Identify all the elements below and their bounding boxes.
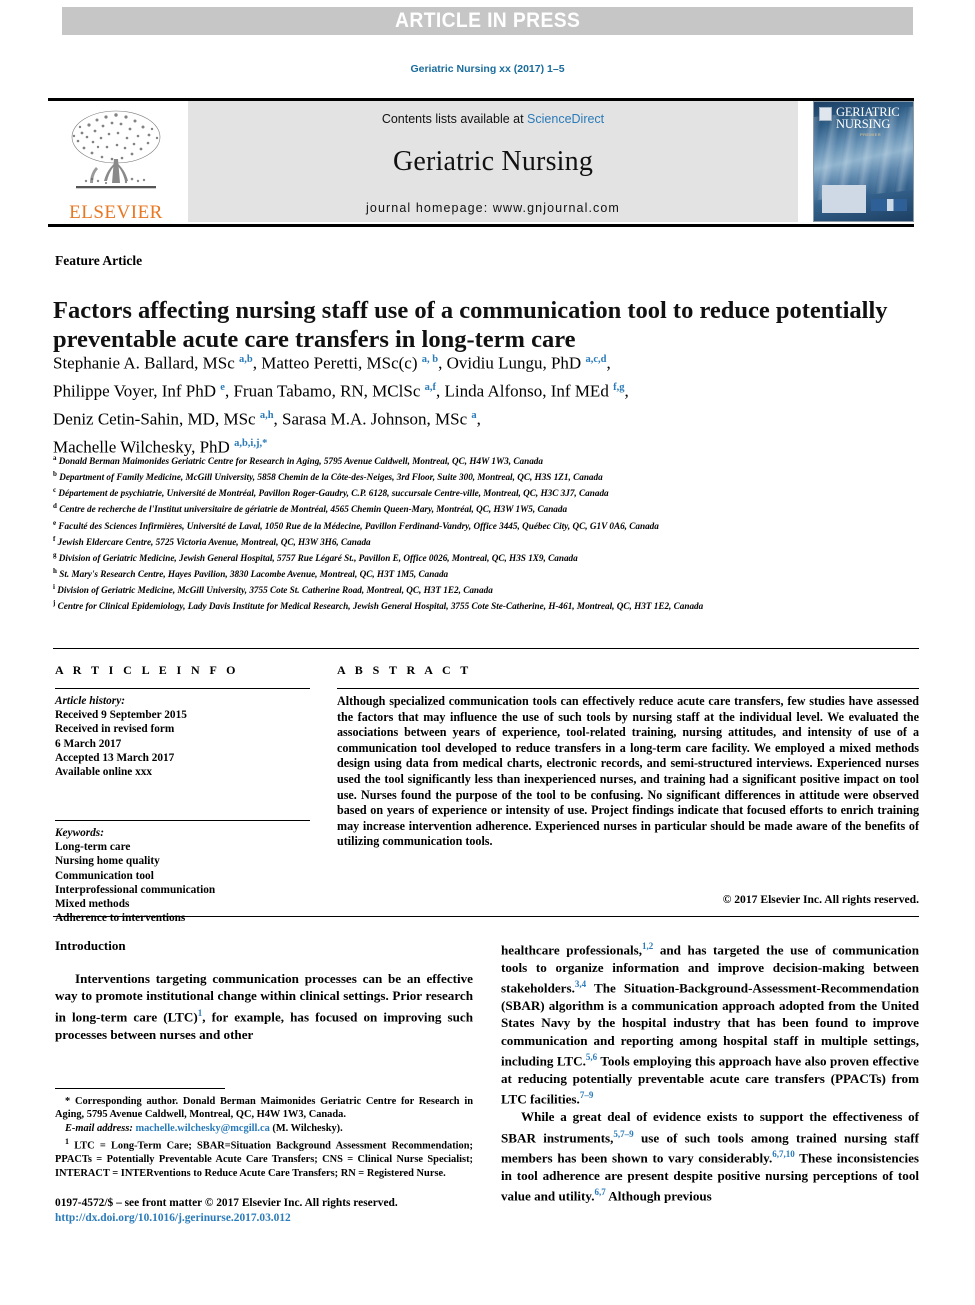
keyword-item: Interprofessional communication	[55, 883, 216, 896]
affiliation-mark: c	[53, 486, 57, 495]
affiliation-item: i Division of Geriatric Medicine, McGill…	[53, 583, 493, 596]
body-column-left: Interventions targeting communication pr…	[55, 970, 473, 1043]
email-note: E-mail address: machelle.wilchesky@mcgil…	[55, 1122, 473, 1135]
contents-prefix: Contents lists available at	[381, 112, 528, 126]
keywords-lines: Long-term care Nursing home quality Commun…	[55, 840, 315, 925]
article-history-line: Accepted 13 March 2017	[55, 751, 175, 764]
keywords-rule	[55, 820, 310, 821]
copyright-line: © 2017 Elsevier Inc. All rights reserved…	[722, 893, 919, 906]
author-list: Stephanie A. Ballard, MSc a,b, Matteo Pe…	[53, 353, 629, 458]
keyword-item: Nursing home quality	[55, 855, 160, 868]
affiliation-item: a Donald Berman Maimonides Geriatric Cen…	[53, 454, 543, 467]
journal-masthead: ELSEVIER Contents lists available at Sci…	[48, 101, 914, 222]
affiliation-item: b Department of Family Medicine, McGill …	[53, 470, 603, 483]
article-page: ARTICLE IN PRESS Geriatric Nursing xx (2…	[0, 0, 975, 1305]
journal-homepage[interactable]: journal homepage: www.gnjournal.com	[366, 201, 620, 215]
intro-paragraph-1-cont: healthcare professionals,1,2 and has tar…	[501, 941, 919, 1107]
affiliation-mark: h	[53, 567, 57, 576]
elsevier-logo: ELSEVIER	[48, 101, 184, 222]
abstract-heading: A B S T R A C T	[337, 663, 472, 677]
section-title-introduction: Introduction	[55, 938, 126, 953]
keyword-item: Long-term care	[55, 841, 131, 854]
email-link[interactable]: machelle.wilchesky@mcgill.ca	[135, 1123, 269, 1134]
elsevier-tree-icon	[71, 110, 161, 189]
info-block-bottom-rule	[53, 916, 919, 917]
intro-paragraph-1: Interventions targeting communication pr…	[55, 971, 473, 1042]
article-history-label: Article history:	[55, 695, 125, 707]
abstract-text: Although specialized communication tools…	[337, 694, 919, 849]
affiliation-mark: j	[53, 599, 56, 608]
affiliation-item: e Faculté des Sciences Infirmières, Univ…	[53, 518, 659, 531]
intro-paragraph-2: While a great deal of evidence exists to…	[501, 1109, 919, 1204]
abbreviations-note: 1 LTC = Long-Term Care; SBAR=Situation B…	[55, 1137, 473, 1179]
keyword-item: Communication tool	[55, 869, 154, 882]
elsevier-wordmark: ELSEVIER	[69, 202, 163, 223]
affiliation-mark: f	[53, 534, 56, 543]
masthead-bottom-rule	[48, 224, 914, 227]
article-history-lines: Received 9 September 2015 Received in rev…	[55, 708, 315, 779]
affiliation-mark: d	[53, 502, 57, 511]
email-suffix: (M. Wilchesky).	[272, 1122, 343, 1134]
article-info-heading: A R T I C L E I N F O	[55, 663, 239, 677]
keyword-item: Mixed methods	[55, 898, 130, 911]
article-history-line: 6 March 2017	[55, 737, 122, 750]
footnote-block: * Corresponding author. Donald Berman Ma…	[55, 1095, 473, 1180]
article-history-line: Available online xxx	[55, 766, 153, 779]
article-history-line: Received in revised form	[55, 723, 175, 736]
corresponding-author-note: * Corresponding author. Donald Berman Ma…	[55, 1096, 473, 1121]
affiliation-mark: i	[53, 583, 55, 592]
article-type-label: Feature Article	[55, 253, 143, 268]
page-title: Factors affecting nursing staff use of a…	[53, 297, 888, 354]
cover-title: GERIATRIC NURSING	[836, 106, 910, 131]
affiliation-item: j Centre for Clinical Epidemiology, Lady…	[53, 599, 704, 612]
keywords-block: Keywords: Long-term care Nursing home qua…	[55, 826, 315, 925]
contents-line: Contents lists available at ScienceDirec…	[382, 112, 604, 126]
affiliation-list: a Donald Berman Maimonides Geriatric Cen…	[53, 452, 919, 614]
keyword-item: Adherence to interventions	[55, 912, 186, 925]
article-history-line: Received 9 September 2015	[55, 709, 187, 722]
affiliation-mark: a	[53, 454, 57, 462]
affiliation-item: c Département de psychiatrie, Université…	[53, 486, 609, 499]
issn-text: 0197-4572/$ – see front matter © 2017 El…	[55, 1197, 398, 1209]
article-info-rule	[55, 688, 310, 689]
email-label: E-mail address:	[65, 1122, 133, 1134]
cover-elsevier-badge-icon	[819, 107, 832, 121]
affiliation-mark: g	[53, 550, 57, 559]
sciencedirect-link[interactable]: ScienceDirect	[527, 112, 604, 126]
affiliation-item: g Division of Geriatric Medicine, Jewish…	[53, 550, 578, 563]
doi-link[interactable]: http://dx.doi.org/10.1016/j.gerinurse.20…	[55, 1212, 291, 1224]
affiliation-mark: e	[53, 518, 57, 527]
cover-label-box	[822, 185, 866, 213]
issn-footer: 0197-4572/$ – see front matter © 2017 El…	[55, 1196, 485, 1225]
footnote-rule	[55, 1088, 225, 1089]
keywords-label: Keywords:	[55, 827, 104, 839]
info-block-top-rule	[53, 648, 919, 649]
abstract-rule	[337, 688, 919, 689]
article-in-press-banner: ARTICLE IN PRESS	[62, 7, 913, 35]
cover-badges-icon	[871, 199, 907, 211]
masthead-center: Contents lists available at ScienceDirec…	[188, 101, 798, 222]
affiliation-mark: b	[53, 470, 57, 479]
article-in-press-label: ARTICLE IN PRESS	[394, 9, 581, 32]
affiliation-item: h St. Mary's Research Centre, Hayes Pavi…	[53, 567, 449, 580]
affiliation-item: d Centre de recherche de l'Institut univ…	[53, 502, 568, 515]
journal-title: Geriatric Nursing	[392, 146, 594, 177]
article-history: Article history: Received 9 September 20…	[55, 694, 315, 779]
affiliation-item: f Jewish Eldercare Centre, 5725 Victoria…	[53, 534, 371, 547]
running-head: Geriatric Nursing xx (2017) 1–5	[410, 63, 565, 75]
cover-title-line2: NURSING	[836, 117, 891, 131]
cover-subtitle: PREMIER	[860, 132, 882, 137]
journal-cover-thumbnail: GERIATRIC NURSING PREMIER	[813, 101, 914, 222]
body-column-right: healthcare professionals,1,2 and has tar…	[501, 938, 919, 1205]
